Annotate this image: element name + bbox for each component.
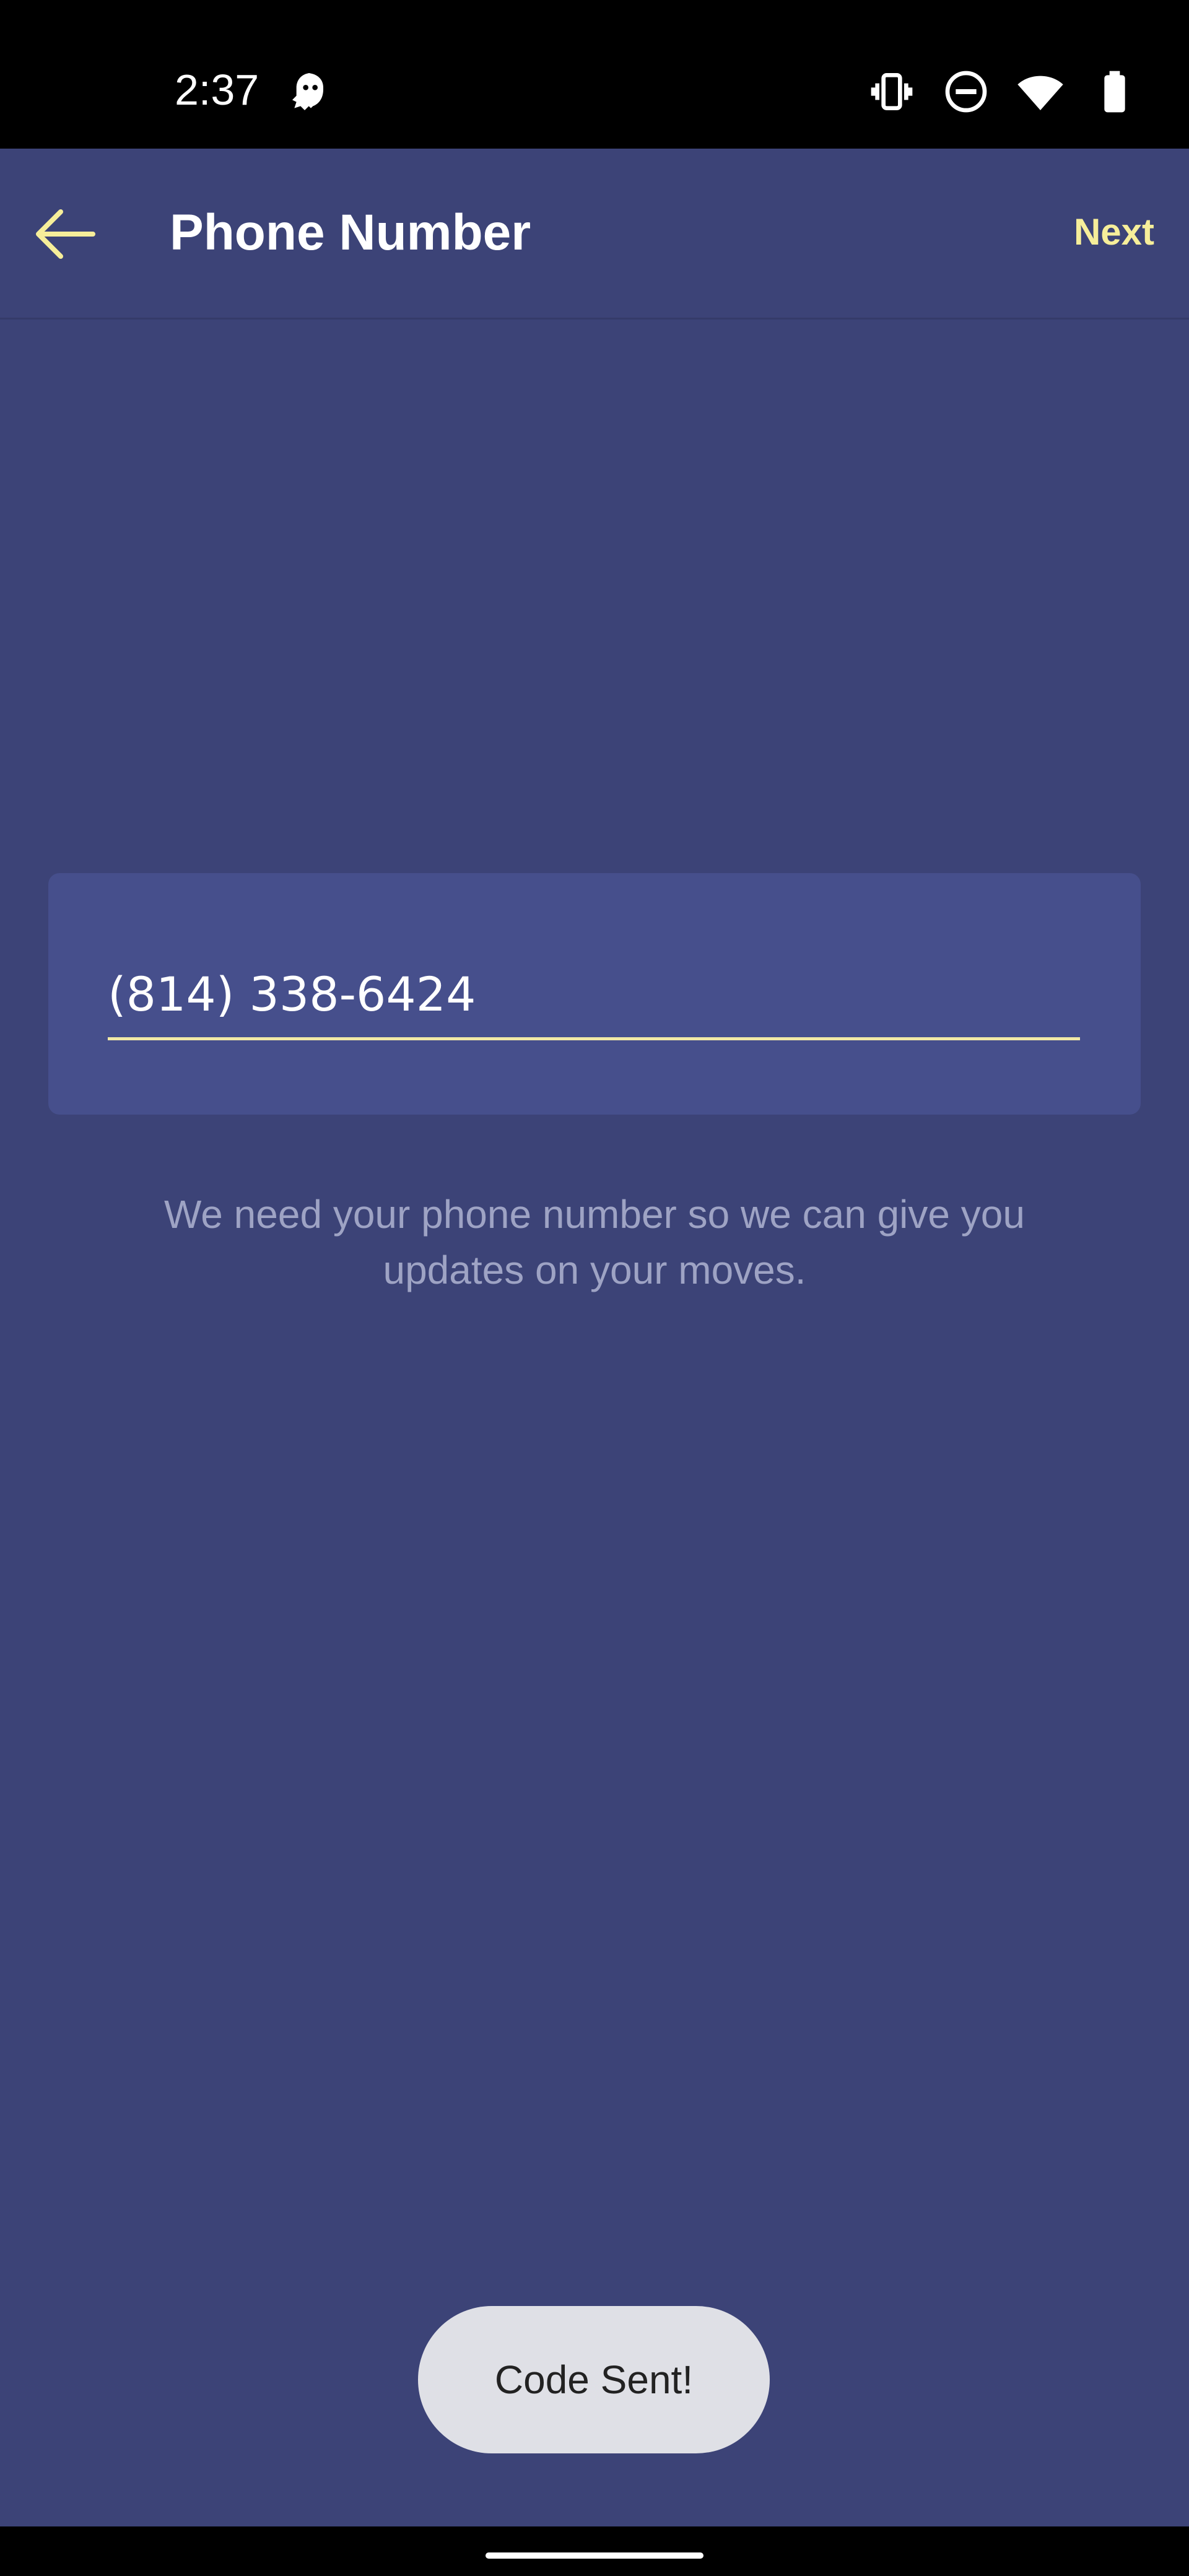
status-bar: 2:37 — [0, 0, 1189, 149]
helper-text: We need your phone number so we can give… — [164, 1192, 1025, 1292]
home-gesture-handle[interactable] — [486, 2552, 703, 2559]
page-title: Phone Number — [170, 204, 531, 261]
ghost-icon — [292, 73, 323, 110]
phone-number-card — [48, 873, 1141, 1115]
phone-number-input[interactable] — [108, 960, 1080, 1040]
battery-icon — [1104, 71, 1125, 113]
navigation-bar — [0, 2526, 1189, 2576]
do-not-disturb-icon — [945, 71, 987, 113]
app-screen: Phone Number Next We need your phone num… — [0, 149, 1189, 2526]
status-icons — [867, 67, 1139, 116]
arrow-left-icon — [36, 209, 95, 259]
back-button[interactable] — [25, 197, 105, 271]
vibrate-icon — [871, 73, 913, 110]
next-button[interactable]: Next — [1074, 204, 1154, 260]
status-time: 2:37 — [175, 66, 259, 114]
toast-message: Code Sent! — [418, 2306, 770, 2453]
app-bar: Phone Number Next — [0, 149, 1189, 320]
wifi-icon — [1017, 76, 1063, 110]
